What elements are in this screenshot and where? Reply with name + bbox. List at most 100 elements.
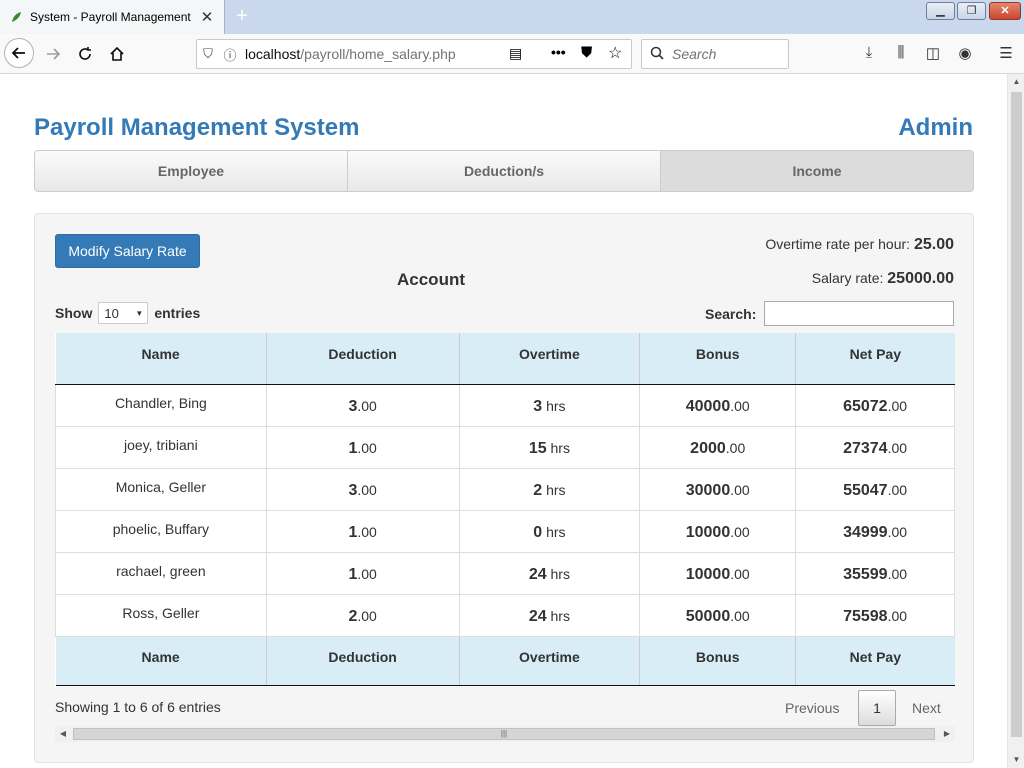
cell-bonus: 30000.00 [639,467,797,511]
search-bar[interactable]: Search [641,39,789,69]
table-row: rachael, green 1.00 24 hrs 10000.00 3559… [55,551,955,595]
cell-net-pay: 34999.00 [795,509,955,553]
table-row: Monica, Geller 3.00 2 hrs 30000.00 55047… [55,467,955,511]
cell-bonus: 10000.00 [639,509,797,553]
cell-net-pay: 75598.00 [795,593,955,637]
column-header-bonus[interactable]: Bonus [639,333,797,385]
page-scrollbar[interactable]: ▲ ▼ [1007,74,1024,768]
page-1-button[interactable]: 1 [858,690,896,726]
table-search-input[interactable] [764,301,954,326]
scroll-left-icon[interactable]: ◀ [55,726,71,742]
scroll-thumb[interactable] [1011,92,1022,737]
cell-overtime: 24 hrs [458,593,641,637]
overtime-rate: Overtime rate per hour: 25.00 [765,236,954,254]
url-host: localhost [245,46,301,62]
minimize-button[interactable]: ▁ [926,2,955,20]
cell-bonus: 10000.00 [639,551,797,595]
cell-net-pay: 55047.00 [795,467,955,511]
table-row: Chandler, Bing 3.00 3 hrs 40000.00 65072… [55,383,955,427]
cell-bonus: 40000.00 [639,383,797,427]
salary-rate-label: Salary rate: [811,270,884,286]
cell-bonus: 50000.00 [639,593,797,637]
salary-rate-value: 25000.00 [887,270,954,287]
table-info: Showing 1 to 6 of 6 entries [55,699,221,715]
column-header-net-pay[interactable]: Net Pay [795,333,955,385]
new-tab-button[interactable]: + [230,4,254,28]
scroll-right-icon[interactable]: ▶ [939,726,955,742]
info-icon[interactable]: ⓘ [219,45,241,64]
cell-overtime: 2 hrs [458,467,641,511]
account-icon[interactable]: ◉ [954,44,976,66]
home-icon [110,46,124,61]
column-header-overtime[interactable]: Overtime [459,333,641,385]
url-bar[interactable]: ⛉ ⓘ localhost/payroll/home_salary.php ▤ … [196,39,632,69]
entries-select[interactable]: 10 ▼ [98,302,149,324]
next-page-button[interactable]: Next [912,700,941,716]
menu-item-employee[interactable]: Employee [35,151,348,191]
arrow-left-icon [11,47,25,59]
tab-title: System - Payroll Management [30,10,191,24]
user-label[interactable]: Admin [898,114,973,142]
library-icon[interactable]: ⫼ [890,44,912,66]
cell-name: Ross, Geller [55,593,267,637]
navigation-bar: ⛉ ⓘ localhost/payroll/home_salary.php ▤ … [0,34,1024,74]
url-text: localhost/payroll/home_salary.php [241,46,456,62]
search-placeholder: Search [672,46,717,62]
forward-button[interactable] [38,40,68,68]
overtime-rate-value: 25.00 [913,236,954,253]
browser-tab[interactable]: System - Payroll Management ✕ [0,0,225,34]
column-header-deduction[interactable]: Deduction [266,333,460,385]
table-header-row: Name Deduction Overtime Bonus Net Pay [55,333,955,385]
back-button[interactable] [4,38,34,68]
scroll-up-icon[interactable]: ▲ [1008,74,1024,90]
footer-header-bonus: Bonus [639,636,797,686]
cell-name: rachael, green [55,551,267,595]
horizontal-scroll-thumb[interactable]: ||| [73,728,935,740]
url-path: /payroll/home_salary.php [300,46,456,62]
cell-overtime: 3 hrs [458,383,641,427]
cell-overtime: 0 hrs [458,509,641,553]
salary-rate: Salary rate: 25000.00 [812,270,954,288]
cell-net-pay: 35599.00 [795,551,955,595]
sidebar-icon[interactable]: ◫ [922,44,944,66]
cell-net-pay: 27374.00 [795,425,955,469]
main-menu: Employee Deduction/s Income [34,150,974,192]
pocket-icon[interactable]: ⛊ [581,44,592,61]
search-icon [650,46,664,63]
reader-view-icon[interactable]: ▤ [509,45,522,62]
home-button[interactable] [102,40,132,68]
leaf-icon [10,11,22,23]
chevron-down-icon: ▼ [135,308,144,318]
cell-name: Monica, Geller [55,467,267,511]
previous-page-button[interactable]: Previous [785,700,839,716]
bookmark-star-icon[interactable]: ☆ [608,43,622,63]
menu-item-deductions[interactable]: Deduction/s [348,151,661,191]
menu-item-income[interactable]: Income [661,151,973,191]
restore-button[interactable]: ❐ [957,2,986,20]
cell-deduction: 3.00 [265,467,460,511]
close-icon[interactable]: ✕ [198,8,216,26]
reload-button[interactable] [70,40,100,68]
column-header-name[interactable]: Name [55,333,267,385]
menu-icon[interactable]: ☰ [995,44,1017,66]
entries-label: entries [154,305,201,321]
salary-table: Name Deduction Overtime Bonus Net Pay Ch… [55,333,955,686]
table-horizontal-scrollbar[interactable]: ◀ ||| ▶ [55,726,955,742]
brand-title[interactable]: Payroll Management System [34,114,359,142]
cell-deduction: 1.00 [265,509,460,553]
more-actions-icon[interactable]: ••• [551,44,566,60]
table-footer-row: Name Deduction Overtime Bonus Net Pay [55,636,955,686]
entries-select-value: 10 [104,305,119,321]
cell-overtime: 24 hrs [458,551,641,595]
footer-header-overtime: Overtime [459,636,641,686]
window-close-button[interactable]: ✕ [989,2,1021,20]
cell-net-pay: 65072.00 [795,383,955,427]
shield-icon: ⛉ [203,46,213,61]
download-icon[interactable]: ⤓ [858,44,880,66]
modify-salary-rate-button[interactable]: Modify Salary Rate [55,234,200,268]
cell-deduction: 1.00 [265,551,460,595]
scroll-down-icon[interactable]: ▼ [1008,752,1024,768]
footer-header-deduction: Deduction [266,636,460,686]
table-row: phoelic, Buffary 1.00 0 hrs 10000.00 349… [55,509,955,553]
cell-deduction: 1.00 [265,425,460,469]
